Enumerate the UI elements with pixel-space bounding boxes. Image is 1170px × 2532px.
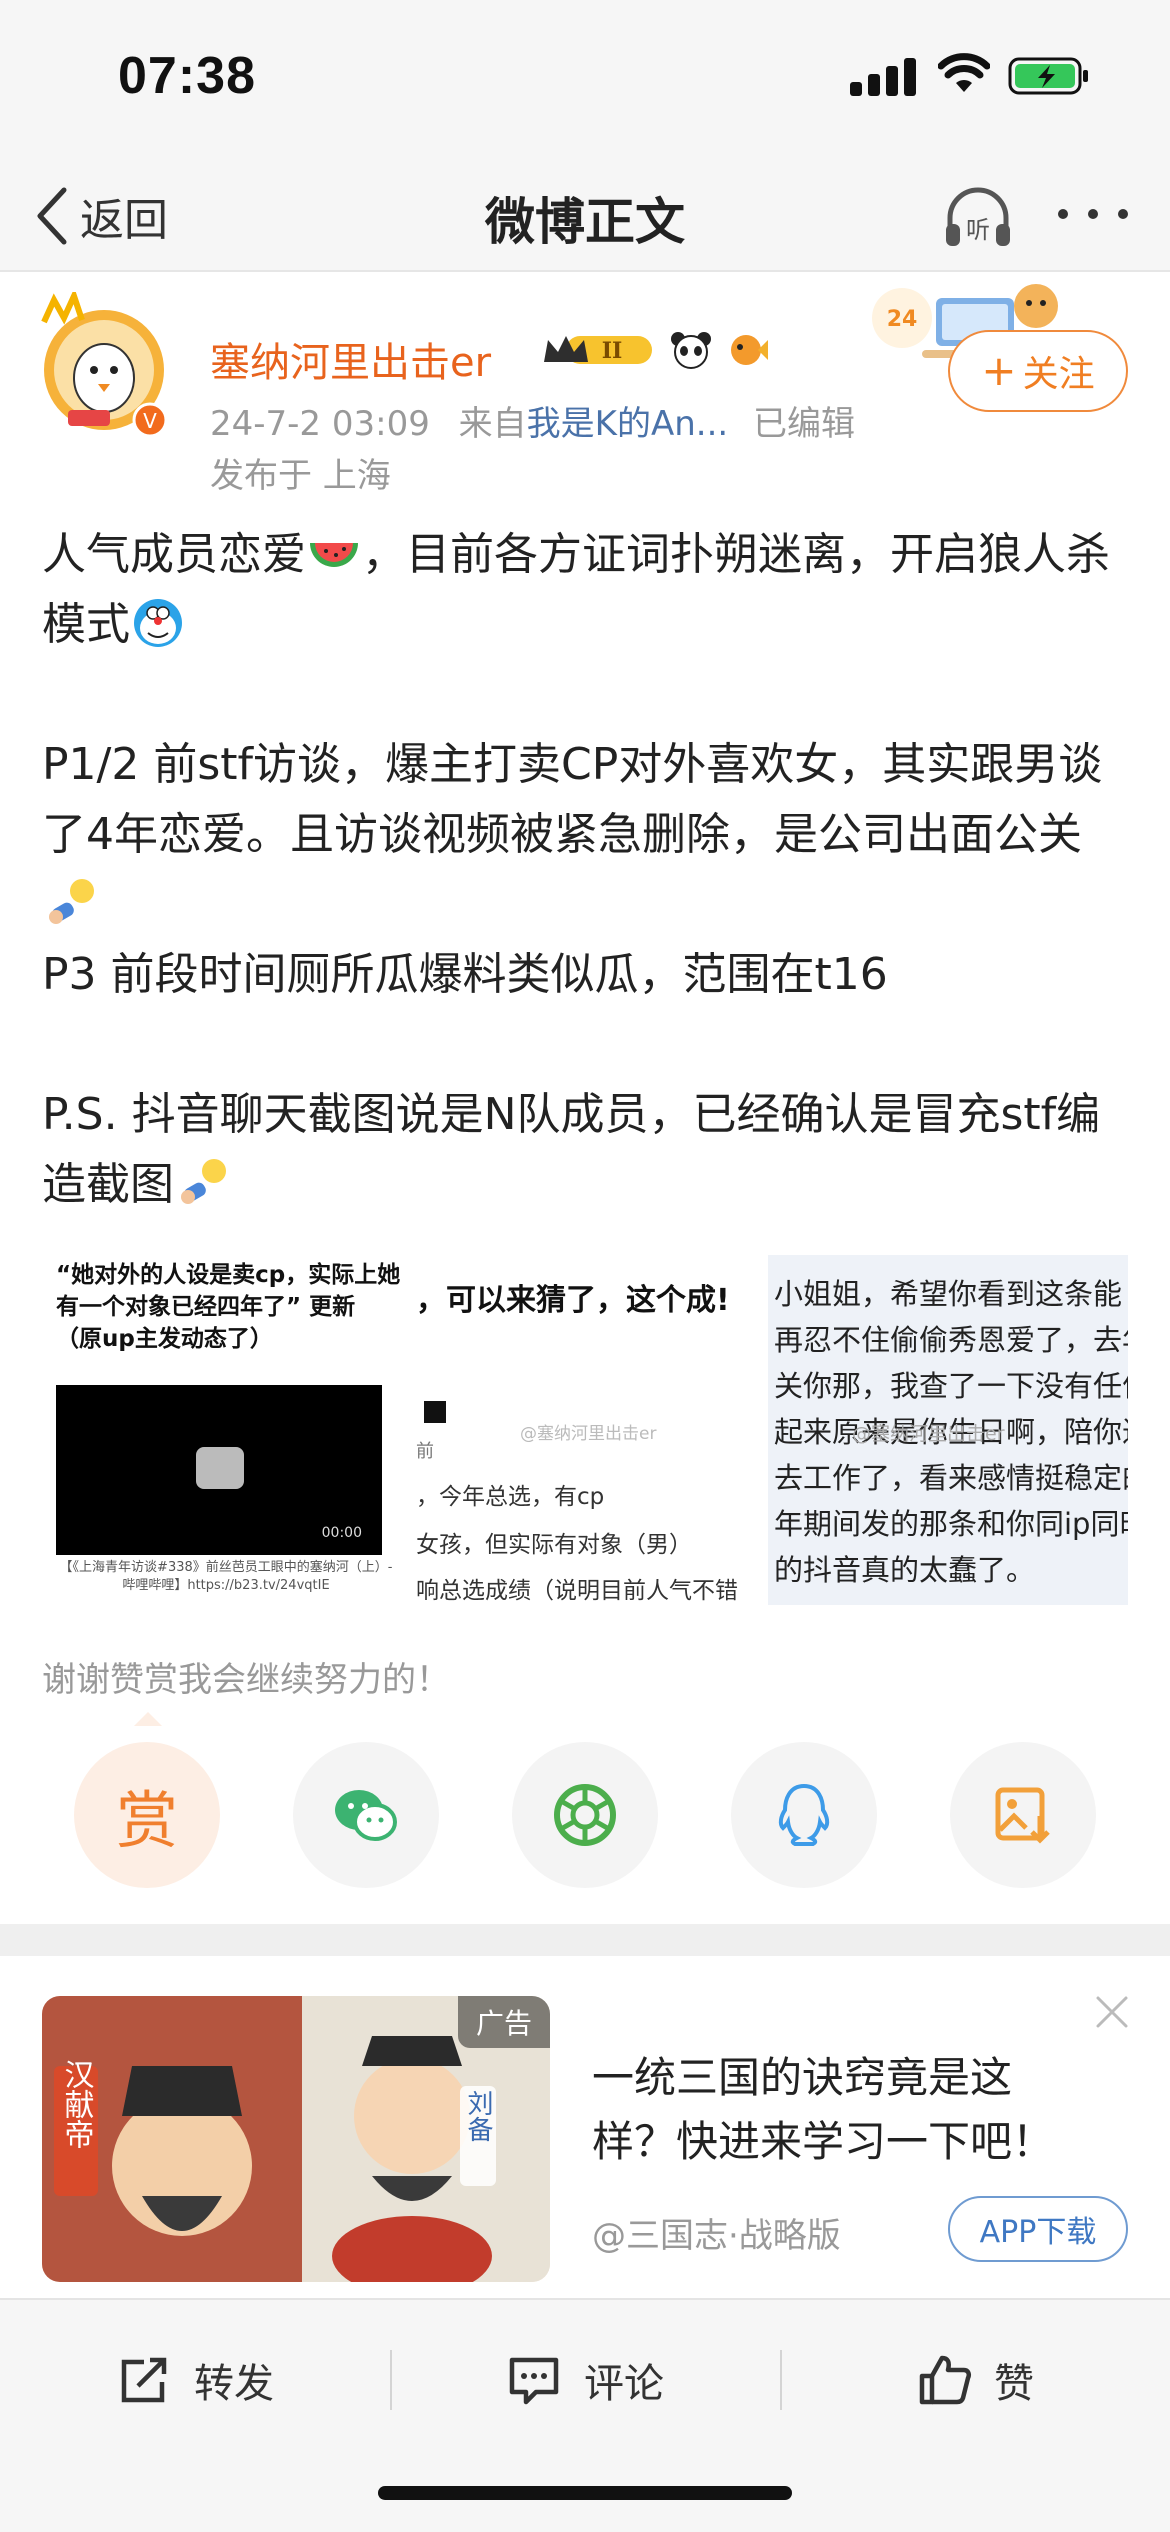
post-meta: 24-7-2 03:09 来自我是K的An... 已编辑 bbox=[210, 396, 855, 445]
plus-icon: + bbox=[981, 346, 1017, 395]
post-images: “她对外的人设是卖cp，实际上她有一个对象已经四年了” 更新 （原up主发动态了… bbox=[42, 1255, 1128, 1605]
image-3-watermark: @塞纳河里出击er bbox=[852, 1423, 1005, 1445]
reward-pointer bbox=[134, 1712, 162, 1726]
lightbulb-emoji-icon bbox=[181, 1159, 226, 1204]
doraemon-emoji-icon bbox=[134, 599, 182, 647]
action-separator bbox=[780, 2350, 782, 2410]
svg-text:V: V bbox=[143, 409, 157, 433]
ad-title[interactable]: 一统三国的诀窍竟是这样？快进来学习一下吧！ bbox=[592, 2046, 1092, 2174]
post-paragraph-4: P.S. 抖音聊天截图说是N队成员，已经确认是冒充stf编造截图 bbox=[42, 1089, 1101, 1210]
source-prefix: 来自 bbox=[458, 404, 527, 444]
wifi-icon bbox=[938, 53, 990, 92]
battery-charging-icon bbox=[1008, 57, 1088, 95]
svg-text:刘备: 刘备 bbox=[463, 2090, 493, 2142]
ad-tag: 广告 bbox=[457, 1996, 550, 2048]
image-3-line: 的抖音真的太蠢了。 bbox=[774, 1553, 1036, 1587]
post-location: 发布于 上海 bbox=[210, 456, 391, 496]
status-bar: 07:38 bbox=[0, 0, 1170, 160]
image-2-line-3: 响总选成绩（说明目前人气不错 bbox=[416, 1578, 738, 1604]
save-image-button[interactable] bbox=[950, 1742, 1096, 1888]
comment-label: 评论 bbox=[584, 2361, 664, 2407]
watermelon-emoji-icon bbox=[310, 543, 358, 567]
follow-button[interactable]: + 关注 bbox=[948, 330, 1128, 412]
action-separator bbox=[390, 2350, 392, 2410]
redaction-mark bbox=[424, 1401, 446, 1423]
repost-icon bbox=[121, 2357, 167, 2403]
svg-text:24: 24 bbox=[887, 307, 918, 332]
svg-text:汉献帝: 汉献帝 bbox=[59, 2059, 94, 2149]
image-1-caption: “她对外的人设是卖cp，实际上她有一个对象已经四年了” 更新 （原up主发动态了… bbox=[56, 1262, 401, 1352]
moments-icon bbox=[554, 1784, 616, 1846]
navigation-bar: 返回 微博正文 听 bbox=[0, 160, 1170, 272]
ad-image[interactable]: 汉献帝 刘备 广告 bbox=[42, 1996, 550, 2282]
share-wechat-button[interactable] bbox=[293, 1742, 439, 1888]
reward-button[interactable]: 赏 bbox=[74, 1742, 220, 1888]
home-indicator bbox=[378, 2486, 792, 2500]
image-1-footer: 【《上海青年访谈#338》前丝芭员工眼中的塞纳河（上）-哔哩哔哩】https:/… bbox=[59, 1560, 393, 1593]
image-3-line: 去工作了，看来感情挺稳定的 bbox=[774, 1461, 1128, 1495]
image-2-line-0: 前 bbox=[416, 1441, 434, 1462]
membership-crown-icon: II bbox=[544, 336, 652, 364]
repost-label: 转发 bbox=[194, 2361, 274, 2407]
comment-button[interactable]: 评论 bbox=[506, 2340, 664, 2420]
author-name[interactable]: 塞纳河里出击er bbox=[210, 330, 491, 388]
app-download-button[interactable]: APP下载 bbox=[948, 2196, 1128, 2262]
section-divider bbox=[0, 1924, 1170, 1956]
avatar[interactable]: V bbox=[38, 292, 176, 442]
close-icon[interactable] bbox=[1092, 1992, 1132, 2032]
play-icon bbox=[196, 1447, 244, 1489]
edited-label: 已编辑 bbox=[753, 404, 856, 444]
svg-text:听: 听 bbox=[966, 216, 990, 244]
like-button[interactable]: 赞 bbox=[916, 2340, 1034, 2420]
ad-source[interactable]: @三国志·战略版 bbox=[592, 2208, 841, 2257]
more-options-button[interactable] bbox=[1058, 204, 1128, 224]
repost-button[interactable]: 转发 bbox=[116, 2340, 274, 2420]
share-moments-button[interactable] bbox=[512, 1742, 658, 1888]
video-duration: 00:00 bbox=[321, 1525, 362, 1541]
image-3-line: 再忍不住偷偷秀恩爱了，去年 bbox=[774, 1323, 1128, 1357]
share-row: 赏 bbox=[74, 1742, 1096, 1888]
post-source-link[interactable]: 我是K的An... bbox=[527, 404, 729, 444]
qq-icon bbox=[778, 1783, 830, 1846]
status-time: 07:38 bbox=[118, 47, 256, 105]
post-image-1[interactable]: “她对外的人设是卖cp，实际上她有一个对象已经四年了” 更新 （原up主发动态了… bbox=[42, 1255, 412, 1605]
post-timestamp: 24-7-2 03:09 bbox=[210, 404, 430, 444]
image-2-line-2: 女孩，但实际有对象（男） bbox=[416, 1532, 692, 1558]
image-2-watermark: @塞纳河里出击er bbox=[520, 1424, 657, 1444]
save-image-icon bbox=[995, 1787, 1050, 1844]
like-label: 赞 bbox=[994, 2361, 1034, 2407]
cellular-signal-icon bbox=[850, 58, 920, 96]
wechat-icon bbox=[335, 1790, 397, 1841]
listen-headphones-icon[interactable]: 听 bbox=[940, 180, 1016, 256]
svg-text:II: II bbox=[602, 338, 623, 364]
image-3-line: 年期间发的那条和你同ip同时 bbox=[774, 1507, 1128, 1541]
follow-label: 关注 bbox=[1022, 354, 1095, 395]
post-image-2[interactable]: ，可以来猜了，这个成! @塞纳河里出击er 前 ，今年总选，有cp 女孩，但实际… bbox=[412, 1255, 768, 1605]
share-qq-button[interactable] bbox=[731, 1742, 877, 1888]
author-badges: II bbox=[540, 330, 770, 370]
comment-icon bbox=[509, 2357, 559, 2405]
image-3-line: 小姐姐，希望你看到这条能 bbox=[774, 1277, 1123, 1311]
image-2-heading: ，可以来猜了，这个成! bbox=[416, 1283, 730, 1318]
lightbulb-emoji-icon bbox=[49, 879, 94, 924]
fish-icon bbox=[731, 335, 768, 365]
thumbs-up-icon bbox=[919, 2355, 972, 2405]
image-2-line-1: ，今年总选，有cp bbox=[416, 1484, 605, 1510]
image-3-line: 关你那，我查了一下没有任何 bbox=[774, 1369, 1128, 1403]
post-paragraph-1: 人气成员恋爱 ，目前各方证词扑朔迷离，开启狼人杀模式 bbox=[42, 520, 1132, 660]
panda-icon bbox=[671, 332, 711, 369]
reward-thanks-text: 谢谢赞赏我会继续努力的！ bbox=[42, 1660, 450, 1700]
video-thumbnail: 00:00 bbox=[56, 1385, 382, 1555]
post-image-3[interactable]: 小姐姐，希望你看到这条能 再忍不住偷偷秀恩爱了，去年 关你那，我查了一下没有任何… bbox=[768, 1255, 1128, 1605]
post-paragraph-3: P3 前段时间厕所瓜爆料类似瓜，范围在t16 bbox=[42, 949, 888, 1000]
reward-char: 赏 bbox=[115, 1784, 178, 1857]
post-paragraph-2: P1/2 前stf访谈，爆主打卖CP对外喜欢女，其实跟男谈了4年恋爱。且访谈视频… bbox=[42, 730, 1132, 940]
post-content: 人气成员恋爱 ，目前各方证词扑朔迷离，开启狼人杀模式 P1/2 前stf访谈，爆主… bbox=[42, 520, 1132, 1220]
